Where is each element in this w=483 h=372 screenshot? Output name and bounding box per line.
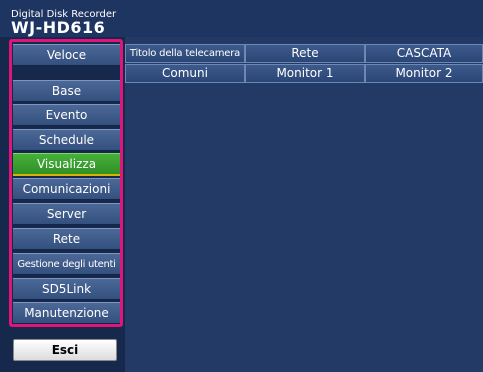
sidebar-item-veloce[interactable]: Veloce bbox=[13, 44, 120, 66]
tab-comuni[interactable]: Comuni bbox=[125, 64, 245, 83]
sidebar-item-sd5link[interactable]: SD5Link bbox=[13, 278, 120, 300]
sidebar-item-gestione-utenti[interactable]: Gestione degli utenti bbox=[13, 253, 120, 275]
tab-monitor-2[interactable]: Monitor 2 bbox=[365, 64, 483, 83]
sidebar-item-comunicazioni[interactable]: Comunicazioni bbox=[13, 178, 120, 200]
sidebar-item-evento[interactable]: Evento bbox=[13, 104, 120, 126]
tab-monitor-1[interactable]: Monitor 1 bbox=[245, 64, 365, 83]
tab-cascata[interactable]: CASCATA bbox=[365, 44, 483, 63]
exit-button[interactable]: Esci bbox=[13, 339, 117, 361]
sidebar-item-manutenzione[interactable]: Manutenzione bbox=[13, 302, 120, 324]
content-area bbox=[125, 37, 483, 372]
sidebar-item-schedule[interactable]: Schedule bbox=[13, 129, 120, 151]
sidebar-item-rete[interactable]: Rete bbox=[13, 228, 120, 250]
sidebar-item-visualizza[interactable]: Visualizza bbox=[13, 153, 120, 176]
model-name: WJ-HD616 bbox=[11, 18, 106, 37]
sidebar-item-server[interactable]: Server bbox=[13, 203, 120, 225]
tab-rete[interactable]: Rete bbox=[245, 44, 365, 63]
header-bar: Digital Disk Recorder WJ-HD616 bbox=[0, 0, 483, 37]
tab-titolo-telecamera[interactable]: Titolo della telecamera bbox=[125, 44, 245, 63]
sidebar-item-base[interactable]: Base bbox=[13, 80, 120, 102]
recorder-screen: Digital Disk Recorder WJ-HD616 Veloce Ba… bbox=[0, 0, 483, 372]
